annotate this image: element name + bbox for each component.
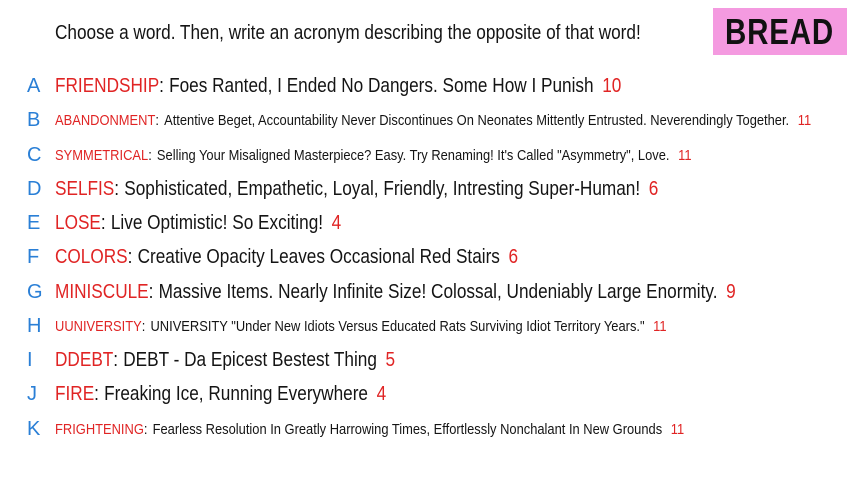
entry-definition: Massive Items. Nearly Infinite Size! Col… [158,280,718,303]
entry-count: 4 [331,211,342,234]
entry-letter: I [27,348,33,371]
entry-letter: C [27,143,42,166]
entry-line: MINISCULE: Massive Items. Nearly Infinite… [55,281,736,304]
entry-line: SELFIS: Sophisticated, Empathetic, Loyal,… [55,178,658,201]
logo-text: BREAD [725,10,835,52]
entry-colon: : [148,146,152,164]
entry-count: 11 [797,111,812,129]
entry-count: 6 [508,245,519,268]
entry-definition: UNIVERSITY "Under New Idiots Versus Educ… [150,317,645,335]
entry-colon: : [100,211,106,234]
entry-definition: DEBT - Da Epicest Bestest Thing [123,348,377,371]
entry-colon: : [159,74,164,97]
entry-definition: Sophisticated, Empathetic, Loyal, Friend… [124,177,641,200]
entry-letter: B [27,108,41,131]
entry-line: UUNIVERSITY: UNIVERSITY "Under New Idiots… [55,318,667,335]
entry-letter: E [27,211,41,234]
entry-count: 10 [602,74,622,97]
entry-colon: : [148,280,154,303]
entry-colon: : [155,111,159,129]
entry-word: COLORS [55,245,128,268]
entry-definition: Live Optimistic! So Exciting! [110,211,324,234]
entry-line: LOSE: Live Optimistic! So Exciting! 4 [55,212,341,235]
entry-colon: : [127,245,133,268]
entry-letter: J [27,382,37,405]
entry-line: SYMMETRICAL: Selling Your Misaligned Mast… [55,147,691,164]
entry-definition: Creative Opacity Leaves Occasional Red S… [137,245,500,268]
entry-count: 11 [678,146,692,164]
entry-word: SELFIS [55,177,115,200]
entry-line: ABANDONMENT: Attentive Beget, Accountabil… [55,112,811,129]
entry-definition: Attentive Beget, Accountability Never Di… [164,111,790,129]
entry-word: ABANDONMENT [55,111,156,129]
entry-letter: K [27,417,41,440]
entry-line: FRIENDSHIP: Foes Ranted, I Ended No Dange… [55,75,621,98]
entry-letter: D [27,177,42,200]
entry-line: FRIGHTENING: Fearless Resolution In Great… [55,421,684,438]
entry-count: 11 [653,317,667,335]
bread-logo: BREAD [713,8,847,55]
entry-definition: Selling Your Misaligned Masterpiece? Eas… [156,146,670,164]
entry-word: DDEBT [55,348,114,371]
entry-definition: Foes Ranted, I Ended No Dangers. Some Ho… [169,74,594,97]
entry-word: MINISCULE [55,280,149,303]
entry-word: FIRE [55,382,95,405]
entry-count: 4 [376,382,387,405]
prompt-text: Choose a word. Then, write an acronym de… [55,22,641,44]
entry-count: 11 [670,420,685,438]
entry-letter: A [27,74,41,97]
entry-line: DDEBT: DEBT - Da Epicest Bestest Thing 5 [55,349,395,372]
entry-definition: Freaking Ice, Running Everywhere [104,382,368,405]
entry-letter: H [27,314,42,337]
entry-count: 6 [648,177,659,200]
entry-definition: Fearless Resolution In Greatly Harrowing… [152,420,663,438]
entry-line: FIRE: Freaking Ice, Running Everywhere 4 [55,383,386,406]
entry-word: SYMMETRICAL [55,146,149,164]
entry-word: LOSE [55,211,101,234]
entry-line: COLORS: Creative Opacity Leaves Occasiona… [55,246,518,269]
entry-letter: G [27,280,43,303]
entry-word: FRIENDSHIP [55,74,160,97]
entry-colon: : [94,382,99,405]
entry-colon: : [143,420,148,438]
entry-letter: F [27,245,40,268]
entry-colon: : [114,177,120,200]
entry-word: UUNIVERSITY [55,317,142,335]
entry-colon: : [113,348,119,371]
entry-count: 9 [726,280,736,303]
entry-count: 5 [385,348,396,371]
entry-word: FRIGHTENING [55,420,144,438]
entry-colon: : [141,317,146,335]
